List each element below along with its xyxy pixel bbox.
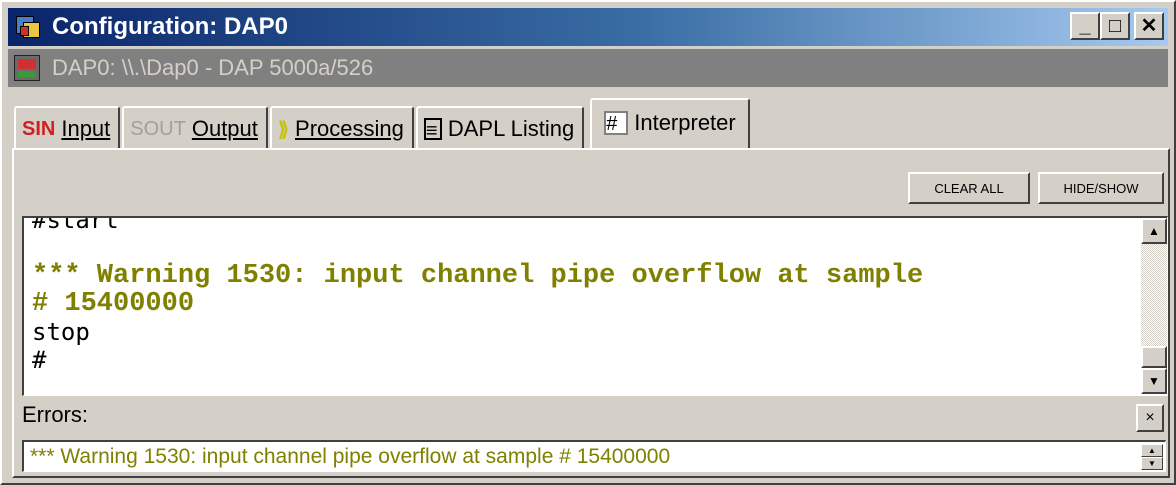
- interpreter-output[interactable]: #start *** Warning 1530: input channel p…: [22, 216, 1168, 396]
- output-icon: SOUT: [130, 117, 186, 140]
- tab-dapl-listing-label: DAPL Listing: [447, 116, 575, 141]
- tab-strip: SIN Input SOUT Output ⟫ Processing ≡ DAP…: [14, 96, 752, 150]
- processing-icon: ⟫: [277, 118, 290, 141]
- maximize-button[interactable]: □: [1100, 12, 1130, 40]
- hide-show-button[interactable]: HIDE/SHOW: [1038, 172, 1164, 204]
- tab-input[interactable]: SIN Input: [14, 106, 121, 150]
- minimize-button[interactable]: _: [1070, 12, 1100, 40]
- spin-up-button[interactable]: ▲: [1141, 444, 1163, 457]
- interpreter-panel: CLEAR ALL HIDE/SHOW #start *** Warning 1…: [12, 148, 1170, 478]
- errors-label: Errors:: [22, 402, 88, 427]
- close-button[interactable]: ✕: [1134, 12, 1164, 40]
- tab-output-label: Output: [191, 116, 258, 141]
- device-icon: [14, 55, 40, 81]
- warning-line: # 15400000: [32, 289, 195, 319]
- warning-line: *** Warning 1530: input channel pipe ove…: [32, 261, 924, 291]
- vertical-scrollbar[interactable]: ▲ ▼: [1141, 218, 1167, 394]
- errors-close-button[interactable]: ×: [1136, 404, 1164, 432]
- spin-down-button[interactable]: ▼: [1141, 457, 1163, 470]
- app-icon: [14, 13, 42, 41]
- device-bar: DAP0: \\.\Dap0 - DAP 5000a/526: [8, 49, 1168, 87]
- errors-field[interactable]: *** Warning 1530: input channel pipe ove…: [22, 440, 1166, 472]
- tab-processing-label: Processing: [295, 116, 404, 141]
- clear-all-button[interactable]: CLEAR ALL: [908, 172, 1030, 204]
- output-line: stop: [32, 318, 90, 346]
- tab-interpreter-label: Interpreter: [634, 110, 736, 135]
- title-bar[interactable]: Configuration: DAP0 _ □ ✕: [8, 8, 1168, 46]
- tab-interpreter[interactable]: # Interpreter: [590, 98, 750, 150]
- output-line: #start: [32, 216, 119, 234]
- scroll-up-button[interactable]: ▲: [1141, 218, 1167, 244]
- window-controls: _ □ ✕: [1070, 12, 1164, 40]
- scroll-down-button[interactable]: ▼: [1141, 368, 1167, 394]
- window-title: Configuration: DAP0: [52, 13, 288, 40]
- interpreter-icon: #: [604, 111, 629, 135]
- prompt-line: #: [32, 346, 47, 374]
- listing-icon: ≡: [423, 118, 442, 142]
- tab-dapl-listing[interactable]: ≡ DAPL Listing: [415, 106, 585, 150]
- output-text: #start *** Warning 1530: input channel p…: [32, 216, 1132, 374]
- device-label: DAP0: \\.\Dap0 - DAP 5000a/526: [52, 55, 374, 80]
- tab-output[interactable]: SOUT Output: [122, 106, 268, 150]
- configuration-window: Configuration: DAP0 _ □ ✕ DAP0: \\.\Dap0…: [0, 0, 1176, 485]
- errors-spinner[interactable]: ▲ ▼: [1141, 444, 1163, 470]
- input-icon: SIN: [22, 117, 56, 140]
- tab-input-label: Input: [61, 116, 111, 141]
- scroll-thumb[interactable]: [1141, 346, 1167, 368]
- errors-value: *** Warning 1530: input channel pipe ove…: [30, 444, 671, 468]
- tab-processing[interactable]: ⟫ Processing: [269, 106, 414, 150]
